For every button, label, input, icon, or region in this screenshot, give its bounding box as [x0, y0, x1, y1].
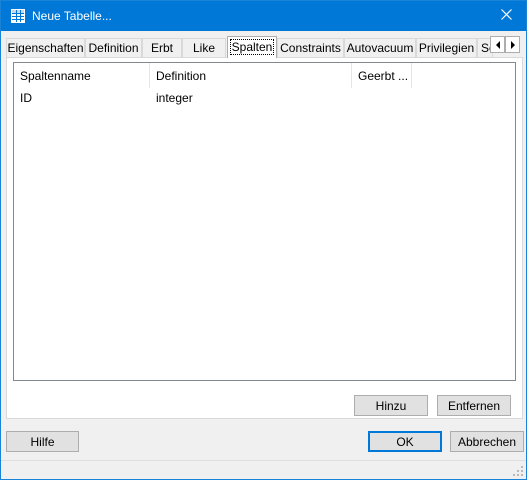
tab-strip: Eigenschaften Definition Erbt Like Spalt… [6, 36, 523, 58]
remove-button[interactable]: Entfernen [437, 395, 511, 416]
close-button[interactable] [486, 1, 526, 31]
column-header-name[interactable]: Spaltenname [14, 63, 150, 88]
tab-like[interactable]: Like [182, 38, 226, 57]
tab-spalten[interactable]: Spalten [227, 36, 277, 58]
cell-column-name: ID [20, 91, 32, 105]
tab-autovacuum[interactable]: Autovacuum [344, 38, 416, 57]
column-header-definition[interactable]: Definition [150, 63, 352, 88]
tab-definition[interactable]: Definition [85, 38, 142, 57]
window-title: Neue Tabelle... [32, 9, 112, 23]
list-header: Spaltenname Definition Geerbt ... [14, 63, 515, 88]
arrow-right-icon [510, 38, 516, 52]
resize-grip-icon[interactable] [512, 465, 524, 477]
help-button[interactable]: Hilfe [6, 431, 79, 452]
cell-column-definition: integer [156, 91, 193, 105]
status-separator [1, 460, 526, 461]
cancel-button[interactable]: Abbrechen [450, 431, 524, 452]
add-button[interactable]: Hinzu [354, 395, 428, 416]
tab-eigenschaften[interactable]: Eigenschaften [6, 38, 85, 57]
new-table-dialog: Neue Tabelle... Eigenschaften Definition… [0, 0, 527, 480]
close-icon [500, 9, 512, 23]
tab-constraints[interactable]: Constraints [277, 38, 344, 57]
tab-privilegien[interactable]: Privilegien [416, 38, 477, 57]
table-row[interactable]: ID integer [14, 90, 515, 107]
column-header-inherited[interactable]: Geerbt ... [352, 63, 412, 88]
ok-button[interactable]: OK [368, 431, 442, 452]
title-bar[interactable]: Neue Tabelle... [1, 1, 526, 31]
arrow-left-icon [495, 38, 501, 52]
tab-scroll-left-button[interactable] [490, 36, 505, 53]
tab-erbt[interactable]: Erbt [142, 38, 182, 57]
tab-scroll-right-button[interactable] [505, 36, 520, 53]
columns-list[interactable]: Spaltenname Definition Geerbt ... ID int… [13, 62, 516, 381]
table-icon [10, 8, 26, 24]
